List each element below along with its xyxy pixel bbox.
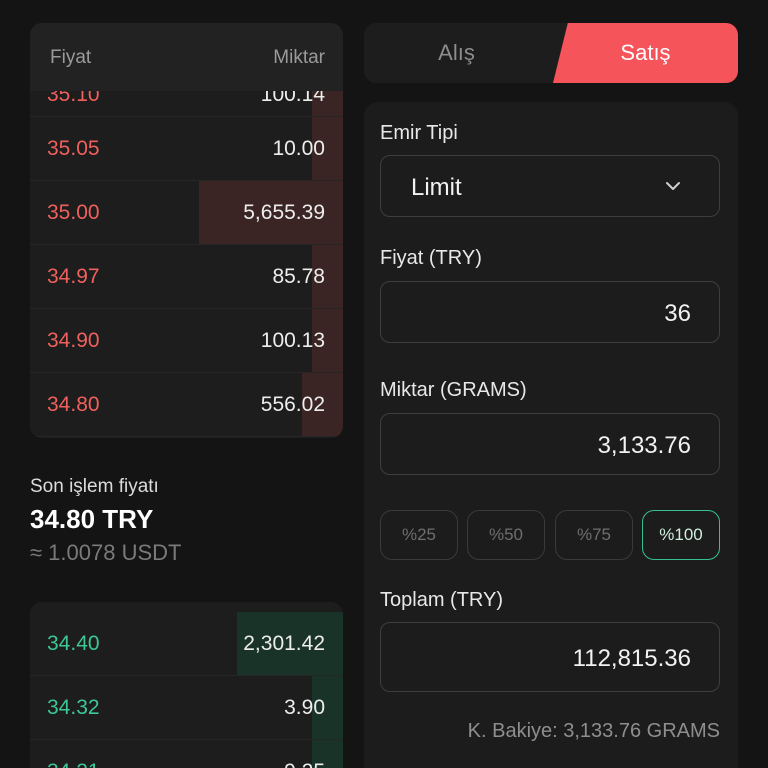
amount-label: Miktar (GRAMS) xyxy=(380,379,527,401)
price-label: Fiyat (TRY) xyxy=(380,247,482,269)
ask-price: 35.00 xyxy=(47,201,100,224)
price-input[interactable]: 36 xyxy=(380,281,720,343)
ask-price: 34.90 xyxy=(47,329,100,352)
bid-rows: 34.40 2,301.42 34.32 3.90 34.21 9.25 xyxy=(30,612,343,768)
bid-price: 34.32 xyxy=(47,696,100,719)
total-value: 112,815.36 xyxy=(572,645,691,672)
bid-quantity: 9.25 xyxy=(284,760,325,768)
order-book-asks: 35.10 100.14 35.05 10.00 35.00 5,655.39 34.97 8… xyxy=(30,23,343,438)
ask-quantity: 100.13 xyxy=(260,329,325,352)
percent-selector: %25 %50 %75 %100 xyxy=(380,510,720,560)
bid-row[interactable]: 34.40 2,301.42 xyxy=(30,612,343,676)
price-value: 36 xyxy=(664,300,691,327)
last-trade-price: 34.80 TRY xyxy=(30,504,154,534)
last-trade-info: Son işlem fiyatı 34.80 TRY ≈ 1.0078 USDT xyxy=(30,476,181,566)
last-trade-usd: ≈ 1.0078 USDT xyxy=(30,540,182,565)
ask-quantity: 10.00 xyxy=(272,137,325,160)
percent-50-button[interactable]: %50 xyxy=(467,510,545,560)
trading-screen: 35.10 100.14 35.05 10.00 35.00 5,655.39 34.97 8… xyxy=(0,0,768,768)
available-balance: K. Bakiye: 3,133.76 GRAMS xyxy=(467,720,720,742)
percent-25-button[interactable]: %25 xyxy=(380,510,458,560)
bid-row[interactable]: 34.32 3.90 xyxy=(30,676,343,740)
tab-sell[interactable]: Satış xyxy=(553,23,738,83)
last-trade-label: Son işlem fiyatı xyxy=(30,476,159,497)
ask-quantity: 5,655.39 xyxy=(243,201,325,224)
ask-row[interactable]: 35.05 10.00 xyxy=(30,117,343,181)
ask-rows: 35.10 100.14 35.05 10.00 35.00 5,655.39 34.97 8… xyxy=(30,83,343,437)
amount-input[interactable]: 3,133.76 xyxy=(380,413,720,475)
tab-buy[interactable]: Alış xyxy=(364,23,549,83)
ask-price: 34.80 xyxy=(47,393,100,416)
percent-100-button[interactable]: %100 xyxy=(642,510,720,560)
order-form: Emir Tipi Limit Fiyat (TRY) 36 Miktar (G… xyxy=(364,102,738,768)
ask-price: 35.05 xyxy=(47,137,100,160)
bid-quantity: 2,301.42 xyxy=(243,632,325,655)
order-type-value: Limit xyxy=(411,174,462,201)
ask-price: 34.97 xyxy=(47,265,100,288)
bid-price: 34.40 xyxy=(47,632,100,655)
bid-row[interactable]: 34.21 9.25 xyxy=(30,740,343,768)
ask-row[interactable]: 34.97 85.78 xyxy=(30,245,343,309)
price-column-header: Fiyat xyxy=(50,47,92,68)
ask-quantity: 556.02 xyxy=(260,393,325,416)
ask-quantity: 85.78 xyxy=(272,265,325,288)
order-book-header: Fiyat Miktar xyxy=(30,23,343,91)
bid-quantity: 3.90 xyxy=(284,696,325,719)
order-type-select[interactable]: Limit xyxy=(380,155,720,217)
ask-row[interactable]: 35.00 5,655.39 xyxy=(30,181,343,245)
order-type-label: Emir Tipi xyxy=(380,122,458,144)
total-label: Toplam (TRY) xyxy=(380,589,503,611)
percent-75-button[interactable]: %75 xyxy=(555,510,633,560)
ask-row[interactable]: 34.90 100.13 xyxy=(30,309,343,373)
order-book-bids: 34.40 2,301.42 34.32 3.90 34.21 9.25 xyxy=(30,602,343,768)
total-input[interactable]: 112,815.36 xyxy=(380,622,720,692)
bid-price: 34.21 xyxy=(47,760,100,768)
side-tabs: Alış Satış xyxy=(364,23,738,83)
quantity-column-header: Miktar xyxy=(273,47,325,68)
chevron-down-icon xyxy=(666,182,680,190)
amount-value: 3,133.76 xyxy=(597,432,691,459)
ask-row[interactable]: 34.80 556.02 xyxy=(30,373,343,437)
